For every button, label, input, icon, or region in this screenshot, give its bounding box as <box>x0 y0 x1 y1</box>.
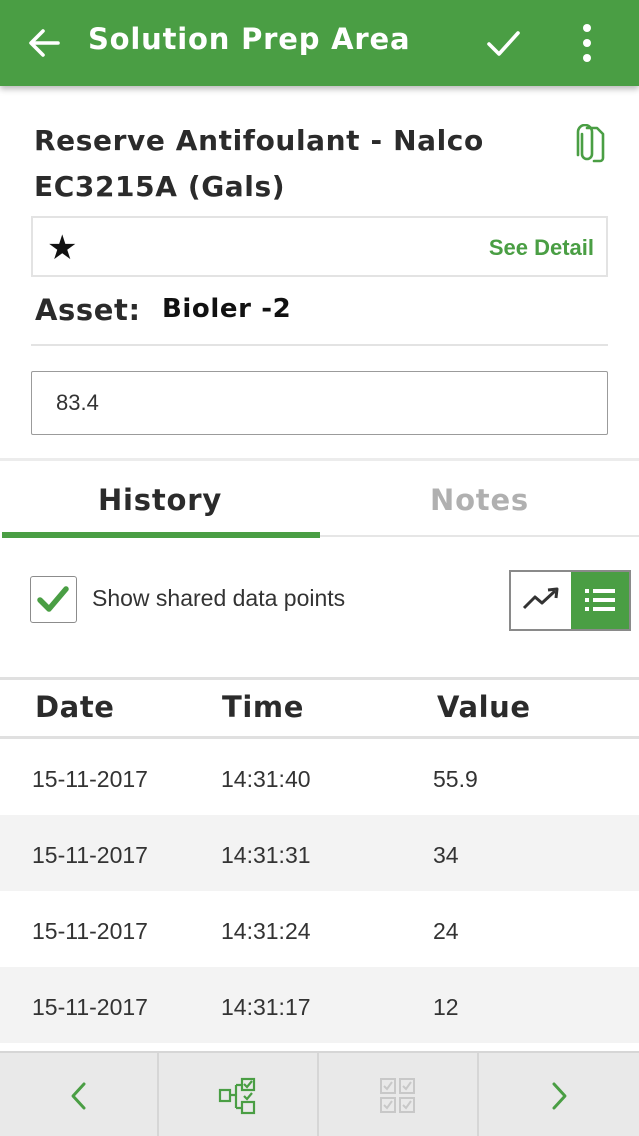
table-row[interactable]: 15-11-2017 14:31:17 12 <box>0 967 639 1043</box>
table-row[interactable]: 15-11-2017 14:31:24 24 <box>0 891 639 967</box>
cell-time: 14:31:24 <box>221 918 311 944</box>
divider <box>31 344 608 346</box>
bottom-bar <box>0 1051 639 1136</box>
cell-value: 24 <box>433 918 459 944</box>
column-header-time: Time <box>222 690 305 724</box>
tab-active-indicator <box>2 532 320 538</box>
paperclip-icon[interactable] <box>570 124 606 164</box>
app-bar: Solution Prep Area <box>0 0 639 86</box>
checklist-grid-icon <box>380 1077 415 1113</box>
cell-time: 14:31:40 <box>221 766 311 792</box>
detail-box: ★ See Detail <box>31 216 608 277</box>
see-detail-link[interactable]: See Detail <box>489 235 594 261</box>
tab-history[interactable]: History <box>0 460 320 538</box>
cell-value: 55.9 <box>433 766 478 792</box>
tab-notes[interactable]: Notes <box>320 460 639 538</box>
view-toggle <box>509 570 631 631</box>
cell-value: 34 <box>433 842 459 868</box>
cell-date: 15-11-2017 <box>32 842 148 868</box>
asset-value: Bioler -2 <box>162 294 292 324</box>
trend-chart-icon <box>522 587 559 610</box>
tab-underline <box>320 535 639 537</box>
table-row[interactable]: 15-11-2017 14:31:40 55.9 <box>0 739 639 815</box>
cell-date: 15-11-2017 <box>32 994 148 1020</box>
arrow-left-icon[interactable] <box>24 23 64 63</box>
cell-date: 15-11-2017 <box>32 918 148 944</box>
chevron-left-icon <box>71 1082 85 1109</box>
next-button[interactable] <box>479 1053 639 1136</box>
item-title: Reserve Antifoulant - Nalco EC3215A (Gal… <box>34 124 484 203</box>
checkmark-icon <box>37 586 69 612</box>
asset-label: Asset: <box>35 293 141 327</box>
column-header-value: Value <box>437 690 531 724</box>
chart-view-button[interactable] <box>511 572 571 629</box>
workflow-check-icon <box>218 1077 256 1114</box>
column-header-date: Date <box>35 690 115 724</box>
cell-value: 12 <box>433 994 459 1020</box>
cell-time: 14:31:31 <box>221 842 311 868</box>
list-icon <box>585 589 615 611</box>
cell-time: 14:31:17 <box>221 994 311 1020</box>
list-view-button[interactable] <box>571 572 629 629</box>
previous-button[interactable] <box>0 1053 159 1136</box>
cell-date: 15-11-2017 <box>32 766 148 792</box>
check-icon[interactable] <box>484 24 522 62</box>
show-shared-checkbox[interactable] <box>30 576 77 623</box>
more-vertical-icon[interactable] <box>572 22 602 64</box>
value-input[interactable]: 83.4 <box>31 371 608 435</box>
star-icon[interactable]: ★ <box>47 228 77 268</box>
checklist-button[interactable] <box>319 1053 479 1136</box>
show-shared-label[interactable]: Show shared data points <box>92 585 345 612</box>
page-title: Solution Prep Area <box>88 22 411 56</box>
table-row[interactable]: 15-11-2017 14:31:31 34 <box>0 815 639 891</box>
divider <box>0 677 639 680</box>
workflow-button[interactable] <box>159 1053 319 1136</box>
chevron-right-icon <box>552 1082 567 1109</box>
